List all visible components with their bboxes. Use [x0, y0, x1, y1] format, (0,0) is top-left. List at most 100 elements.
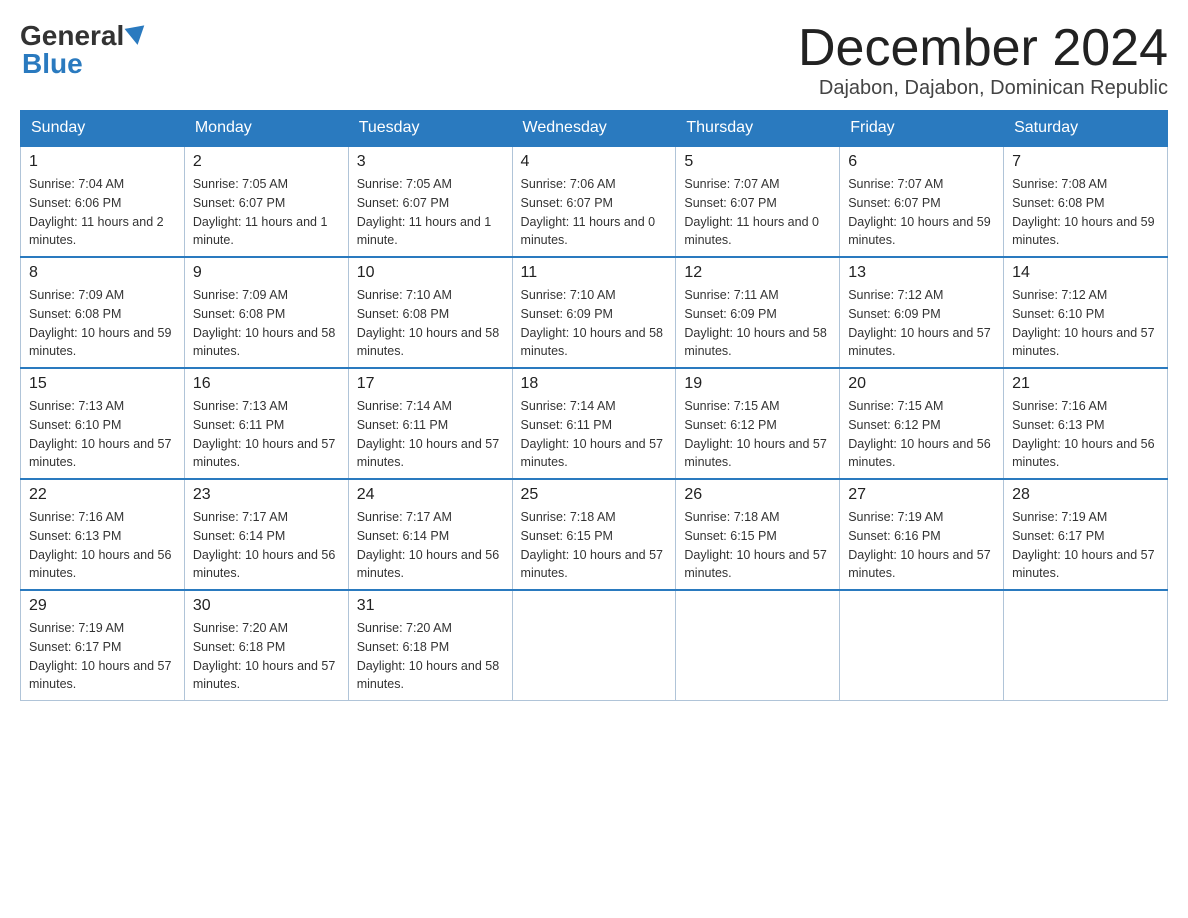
- day-info: Sunrise: 7:17 AM Sunset: 6:14 PM Dayligh…: [193, 508, 340, 583]
- day-info: Sunrise: 7:05 AM Sunset: 6:07 PM Dayligh…: [357, 175, 504, 250]
- calendar-day-9: 9 Sunrise: 7:09 AM Sunset: 6:08 PM Dayli…: [184, 257, 348, 368]
- day-info: Sunrise: 7:09 AM Sunset: 6:08 PM Dayligh…: [29, 286, 176, 361]
- calendar-day-26: 26 Sunrise: 7:18 AM Sunset: 6:15 PM Dayl…: [676, 479, 840, 590]
- calendar-day-12: 12 Sunrise: 7:11 AM Sunset: 6:09 PM Dayl…: [676, 257, 840, 368]
- calendar-week-4: 22 Sunrise: 7:16 AM Sunset: 6:13 PM Dayl…: [21, 479, 1168, 590]
- day-info: Sunrise: 7:19 AM Sunset: 6:17 PM Dayligh…: [29, 619, 176, 694]
- day-number: 27: [848, 486, 995, 504]
- calendar-day-20: 20 Sunrise: 7:15 AM Sunset: 6:12 PM Dayl…: [840, 368, 1004, 479]
- calendar-week-2: 8 Sunrise: 7:09 AM Sunset: 6:08 PM Dayli…: [21, 257, 1168, 368]
- calendar-day-24: 24 Sunrise: 7:17 AM Sunset: 6:14 PM Dayl…: [348, 479, 512, 590]
- day-number: 10: [357, 264, 504, 282]
- calendar-day-15: 15 Sunrise: 7:13 AM Sunset: 6:10 PM Dayl…: [21, 368, 185, 479]
- calendar-day-21: 21 Sunrise: 7:16 AM Sunset: 6:13 PM Dayl…: [1004, 368, 1168, 479]
- calendar-day-16: 16 Sunrise: 7:13 AM Sunset: 6:11 PM Dayl…: [184, 368, 348, 479]
- day-info: Sunrise: 7:18 AM Sunset: 6:15 PM Dayligh…: [684, 508, 831, 583]
- day-number: 22: [29, 486, 176, 504]
- day-info: Sunrise: 7:07 AM Sunset: 6:07 PM Dayligh…: [684, 175, 831, 250]
- day-info: Sunrise: 7:10 AM Sunset: 6:09 PM Dayligh…: [521, 286, 668, 361]
- day-info: Sunrise: 7:15 AM Sunset: 6:12 PM Dayligh…: [848, 397, 995, 472]
- day-number: 8: [29, 264, 176, 282]
- calendar-week-5: 29 Sunrise: 7:19 AM Sunset: 6:17 PM Dayl…: [21, 590, 1168, 701]
- day-info: Sunrise: 7:19 AM Sunset: 6:17 PM Dayligh…: [1012, 508, 1159, 583]
- calendar-day-6: 6 Sunrise: 7:07 AM Sunset: 6:07 PM Dayli…: [840, 146, 1004, 257]
- day-number: 5: [684, 153, 831, 171]
- header-thursday: Thursday: [676, 111, 840, 147]
- day-number: 4: [521, 153, 668, 171]
- page-header: General Blue December 2024 Dajabon, Daja…: [20, 20, 1168, 100]
- day-info: Sunrise: 7:13 AM Sunset: 6:11 PM Dayligh…: [193, 397, 340, 472]
- day-info: Sunrise: 7:08 AM Sunset: 6:08 PM Dayligh…: [1012, 175, 1159, 250]
- day-info: Sunrise: 7:10 AM Sunset: 6:08 PM Dayligh…: [357, 286, 504, 361]
- day-info: Sunrise: 7:20 AM Sunset: 6:18 PM Dayligh…: [357, 619, 504, 694]
- day-number: 26: [684, 486, 831, 504]
- day-info: Sunrise: 7:14 AM Sunset: 6:11 PM Dayligh…: [357, 397, 504, 472]
- calendar-day-3: 3 Sunrise: 7:05 AM Sunset: 6:07 PM Dayli…: [348, 146, 512, 257]
- day-number: 9: [193, 264, 340, 282]
- calendar-week-3: 15 Sunrise: 7:13 AM Sunset: 6:10 PM Dayl…: [21, 368, 1168, 479]
- calendar-day-31: 31 Sunrise: 7:20 AM Sunset: 6:18 PM Dayl…: [348, 590, 512, 701]
- day-number: 29: [29, 597, 176, 615]
- day-number: 16: [193, 375, 340, 393]
- logo: General Blue: [20, 20, 148, 80]
- day-number: 28: [1012, 486, 1159, 504]
- day-info: Sunrise: 7:09 AM Sunset: 6:08 PM Dayligh…: [193, 286, 340, 361]
- logo-blue-text: Blue: [22, 48, 83, 79]
- calendar-day-2: 2 Sunrise: 7:05 AM Sunset: 6:07 PM Dayli…: [184, 146, 348, 257]
- day-number: 21: [1012, 375, 1159, 393]
- calendar-empty-cell: [512, 590, 676, 701]
- day-info: Sunrise: 7:19 AM Sunset: 6:16 PM Dayligh…: [848, 508, 995, 583]
- day-info: Sunrise: 7:13 AM Sunset: 6:10 PM Dayligh…: [29, 397, 176, 472]
- day-number: 7: [1012, 153, 1159, 171]
- day-number: 12: [684, 264, 831, 282]
- location-text: Dajabon, Dajabon, Dominican Republic: [798, 77, 1168, 100]
- day-info: Sunrise: 7:14 AM Sunset: 6:11 PM Dayligh…: [521, 397, 668, 472]
- calendar-day-30: 30 Sunrise: 7:20 AM Sunset: 6:18 PM Dayl…: [184, 590, 348, 701]
- day-info: Sunrise: 7:15 AM Sunset: 6:12 PM Dayligh…: [684, 397, 831, 472]
- day-number: 3: [357, 153, 504, 171]
- day-number: 6: [848, 153, 995, 171]
- calendar-empty-cell: [1004, 590, 1168, 701]
- calendar-day-5: 5 Sunrise: 7:07 AM Sunset: 6:07 PM Dayli…: [676, 146, 840, 257]
- logo-triangle-icon: [125, 25, 148, 46]
- header-sunday: Sunday: [21, 111, 185, 147]
- calendar-week-1: 1 Sunrise: 7:04 AM Sunset: 6:06 PM Dayli…: [21, 146, 1168, 257]
- day-number: 19: [684, 375, 831, 393]
- day-number: 15: [29, 375, 176, 393]
- day-info: Sunrise: 7:18 AM Sunset: 6:15 PM Dayligh…: [521, 508, 668, 583]
- day-number: 13: [848, 264, 995, 282]
- month-title: December 2024: [798, 20, 1168, 77]
- day-info: Sunrise: 7:16 AM Sunset: 6:13 PM Dayligh…: [29, 508, 176, 583]
- calendar-day-22: 22 Sunrise: 7:16 AM Sunset: 6:13 PM Dayl…: [21, 479, 185, 590]
- day-number: 23: [193, 486, 340, 504]
- day-info: Sunrise: 7:16 AM Sunset: 6:13 PM Dayligh…: [1012, 397, 1159, 472]
- calendar-empty-cell: [840, 590, 1004, 701]
- day-number: 17: [357, 375, 504, 393]
- day-info: Sunrise: 7:11 AM Sunset: 6:09 PM Dayligh…: [684, 286, 831, 361]
- calendar-day-18: 18 Sunrise: 7:14 AM Sunset: 6:11 PM Dayl…: [512, 368, 676, 479]
- day-number: 25: [521, 486, 668, 504]
- day-number: 1: [29, 153, 176, 171]
- day-number: 18: [521, 375, 668, 393]
- calendar-day-29: 29 Sunrise: 7:19 AM Sunset: 6:17 PM Dayl…: [21, 590, 185, 701]
- day-number: 11: [521, 264, 668, 282]
- calendar-day-19: 19 Sunrise: 7:15 AM Sunset: 6:12 PM Dayl…: [676, 368, 840, 479]
- header-monday: Monday: [184, 111, 348, 147]
- calendar-day-28: 28 Sunrise: 7:19 AM Sunset: 6:17 PM Dayl…: [1004, 479, 1168, 590]
- day-number: 2: [193, 153, 340, 171]
- calendar-day-1: 1 Sunrise: 7:04 AM Sunset: 6:06 PM Dayli…: [21, 146, 185, 257]
- calendar-day-8: 8 Sunrise: 7:09 AM Sunset: 6:08 PM Dayli…: [21, 257, 185, 368]
- day-info: Sunrise: 7:20 AM Sunset: 6:18 PM Dayligh…: [193, 619, 340, 694]
- title-section: December 2024 Dajabon, Dajabon, Dominica…: [798, 20, 1168, 100]
- calendar-empty-cell: [676, 590, 840, 701]
- header-saturday: Saturday: [1004, 111, 1168, 147]
- header-wednesday: Wednesday: [512, 111, 676, 147]
- day-number: 20: [848, 375, 995, 393]
- day-info: Sunrise: 7:12 AM Sunset: 6:09 PM Dayligh…: [848, 286, 995, 361]
- header-friday: Friday: [840, 111, 1004, 147]
- calendar-day-13: 13 Sunrise: 7:12 AM Sunset: 6:09 PM Dayl…: [840, 257, 1004, 368]
- day-info: Sunrise: 7:06 AM Sunset: 6:07 PM Dayligh…: [521, 175, 668, 250]
- calendar-day-4: 4 Sunrise: 7:06 AM Sunset: 6:07 PM Dayli…: [512, 146, 676, 257]
- day-info: Sunrise: 7:12 AM Sunset: 6:10 PM Dayligh…: [1012, 286, 1159, 361]
- day-number: 14: [1012, 264, 1159, 282]
